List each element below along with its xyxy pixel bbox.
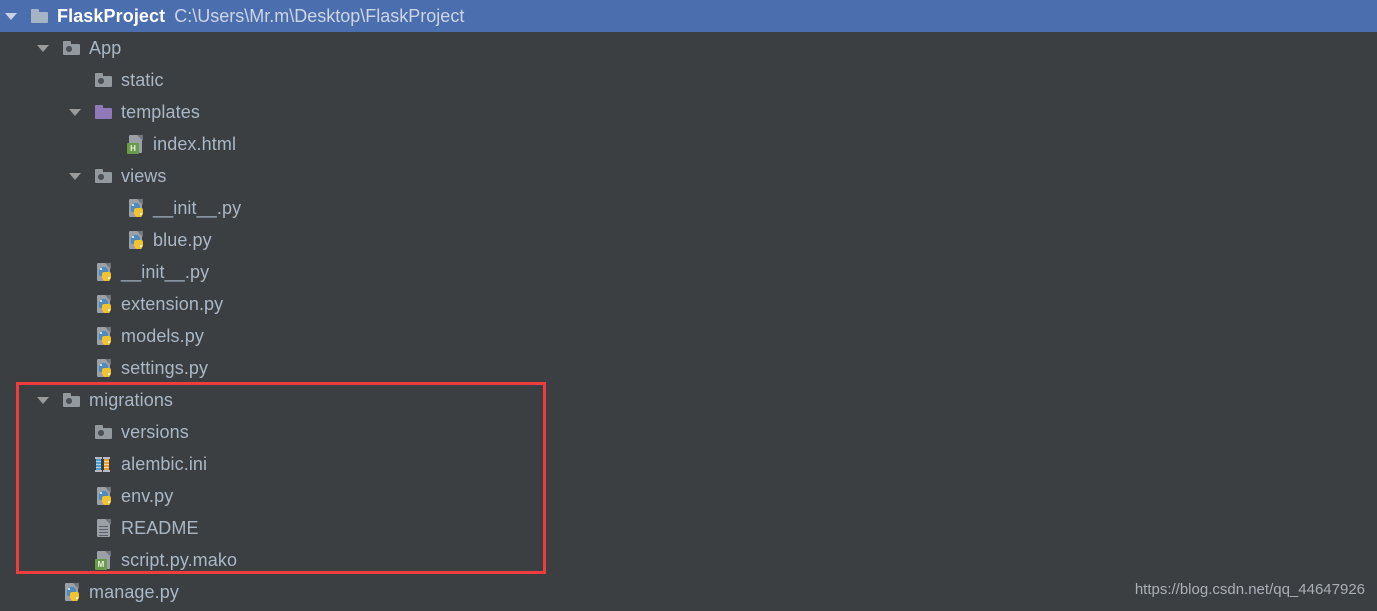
folder-icon (94, 70, 114, 90)
project-name-label: FlaskProject (57, 5, 166, 26)
tree-row[interactable]: Hindex.html (0, 128, 1377, 160)
tree-item-label: blue.py (153, 229, 212, 250)
python-file-icon (126, 230, 146, 250)
tree-item-label: migrations (89, 389, 174, 410)
tree-row[interactable]: App (0, 32, 1377, 64)
ini-file-icon (94, 454, 114, 474)
tree-row[interactable]: versions (0, 416, 1377, 448)
tree-item-label: __init__.py (121, 261, 210, 282)
tree-row[interactable]: models.py (0, 320, 1377, 352)
python-file-icon (62, 582, 82, 602)
tree-row[interactable]: __init__.py (0, 192, 1377, 224)
python-file-icon (94, 486, 114, 506)
folder-title-icon (30, 6, 50, 26)
python-file-icon (94, 262, 114, 282)
expand-arrow-icon[interactable] (66, 96, 84, 128)
tree-row[interactable]: __init__.py (0, 256, 1377, 288)
mako-file-icon: M (94, 550, 114, 570)
tree-item-label: extension.py (121, 293, 224, 314)
project-path-label: C:\Users\Mr.m\Desktop\FlaskProject (174, 5, 465, 26)
file-type-badge: M (95, 559, 107, 570)
tree-row[interactable]: settings.py (0, 352, 1377, 384)
tree-item-label: alembic.ini (121, 453, 208, 474)
tree-item-label: env.py (121, 485, 174, 506)
folder-icon (62, 390, 82, 410)
folder-icon (62, 38, 82, 58)
text-file-icon (94, 518, 114, 538)
tree-item-label: manage.py (89, 581, 179, 602)
expand-arrow-icon[interactable] (2, 0, 20, 32)
file-type-badge: H (127, 143, 139, 154)
tree-item-label: settings.py (121, 357, 209, 378)
tree-row[interactable]: alembic.ini (0, 448, 1377, 480)
tree-row[interactable]: README (0, 512, 1377, 544)
tree-row[interactable]: static (0, 64, 1377, 96)
tree-item-label: versions (121, 421, 189, 442)
tree-row[interactable]: extension.py (0, 288, 1377, 320)
tree-item-label: README (121, 517, 199, 538)
folder-icon (94, 422, 114, 442)
tree-row[interactable]: Mscript.py.mako (0, 544, 1377, 576)
tree-row-root[interactable]: FlaskProject C:\Users\Mr.m\Desktop\FlaskP… (0, 0, 1377, 32)
expand-arrow-icon[interactable] (66, 160, 84, 192)
expand-arrow-icon[interactable] (34, 384, 52, 416)
python-file-icon (94, 358, 114, 378)
tree-item-label: __init__.py (153, 197, 242, 218)
folder-icon (94, 166, 114, 186)
python-file-icon (126, 198, 146, 218)
folder-purple-icon (94, 102, 114, 122)
html-file-icon: H (126, 134, 146, 154)
watermark-text: https://blog.csdn.net/qq_44647926 (1134, 581, 1365, 598)
tree-item-label: script.py.mako (121, 549, 238, 570)
tree-item-label: templates (121, 101, 200, 122)
tree-item-label: static (121, 69, 164, 90)
tree-item-label: models.py (121, 325, 204, 346)
project-tree[interactable]: FlaskProject C:\Users\Mr.m\Desktop\FlaskP… (0, 0, 1377, 611)
tree-item-label: App (89, 37, 122, 58)
tree-row[interactable]: env.py (0, 480, 1377, 512)
tree-row[interactable]: templates (0, 96, 1377, 128)
tree-item-label: index.html (153, 133, 237, 154)
expand-arrow-icon[interactable] (34, 32, 52, 64)
tree-item-label: views (121, 165, 167, 186)
python-file-icon (94, 294, 114, 314)
tree-row[interactable]: blue.py (0, 224, 1377, 256)
tree-row[interactable]: views (0, 160, 1377, 192)
python-file-icon (94, 326, 114, 346)
tree-row[interactable]: migrations (0, 384, 1377, 416)
